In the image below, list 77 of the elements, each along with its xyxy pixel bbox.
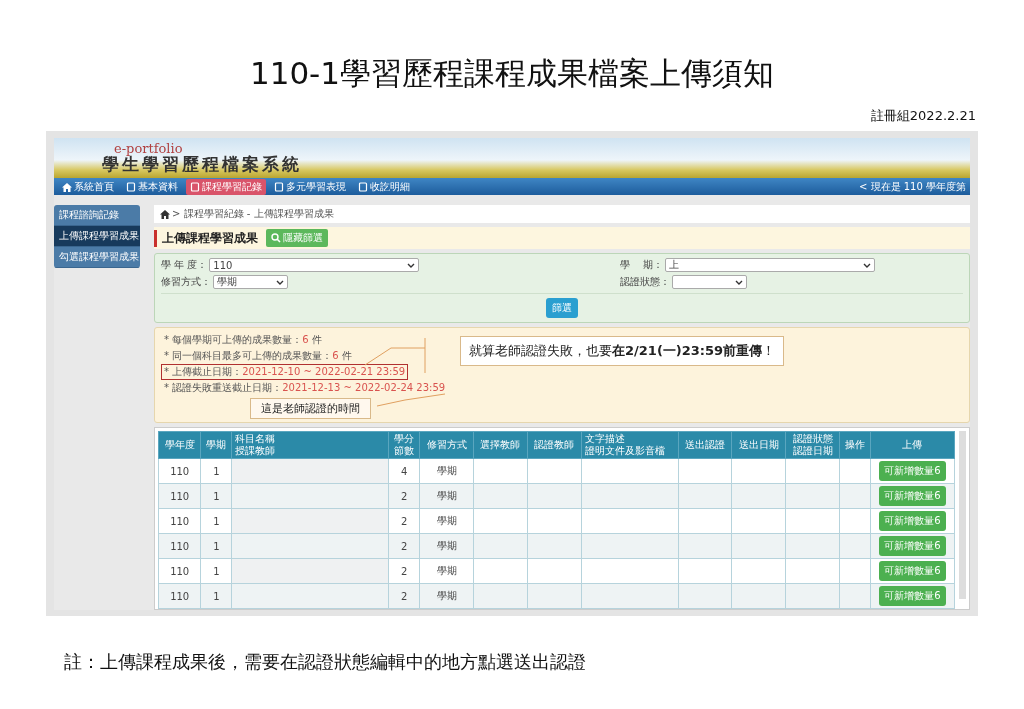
nav-tab[interactable]: 收訖明細 (354, 178, 414, 195)
nav-tab[interactable]: 基本資料 (122, 178, 182, 195)
upload-button[interactable]: 可新增數量6 (879, 536, 946, 556)
table-cell: 1 (200, 558, 232, 584)
column-header: 送出日期 (731, 431, 786, 459)
page-icon (358, 181, 368, 192)
table-cell: 110 (158, 558, 201, 584)
logo-title: 學生學習歷程檔案系統 (102, 155, 303, 174)
table-cell: 110 (158, 583, 201, 609)
note-line: * 每個學期可上傳的成果數量：6 件 (163, 333, 323, 347)
search-icon (271, 233, 281, 243)
table-cell: 1 (200, 458, 232, 484)
column-header: 操作 (839, 431, 871, 459)
chevron-down-icon (407, 261, 416, 269)
column-header: 修習方式 (419, 431, 474, 459)
dropdown-field[interactable] (672, 275, 747, 289)
page-icon (274, 181, 284, 192)
chevron-down-icon (863, 261, 872, 269)
breadcrumb: > 課程學習紀錄 - 上傳課程學習成果 (172, 207, 334, 221)
filter-label: 學 年 度： (161, 258, 208, 272)
column-header: 文字描述 證明文件及影音檔 (581, 431, 679, 459)
dropdown-field[interactable]: 110 (209, 258, 420, 272)
table-cell: 2 (388, 508, 420, 534)
home-icon (160, 209, 170, 219)
column-header: 學年度 (158, 431, 201, 459)
home-icon (62, 181, 72, 192)
table-cell: 110 (158, 533, 201, 559)
column-header: 上傳 (870, 431, 955, 459)
dropdown-field[interactable]: 學期 (213, 275, 288, 289)
column-header: 認證教師 (527, 431, 582, 459)
table-cell: 2 (388, 558, 420, 584)
table-cell: 學期 (419, 508, 474, 534)
sidebar-item[interactable]: 上傳課程學習成果 (54, 226, 140, 247)
table-cell: 110 (158, 458, 201, 484)
logo-subtitle: e-portfolio (113, 142, 184, 155)
nav-tab[interactable]: 多元學習表現 (270, 178, 350, 195)
nav-tab[interactable]: 課程學習記錄 (186, 178, 266, 195)
upload-button[interactable]: 可新增數量6 (879, 486, 946, 506)
column-header: 選擇教師 (473, 431, 528, 459)
sidebar-item[interactable]: 勾選課程學習成果 (54, 247, 140, 268)
footnote: 註：上傳課程成果後，需要在認證狀態編輯中的地方點選送出認證 (64, 650, 587, 674)
upload-button[interactable]: 可新增數量6 (879, 461, 946, 481)
callout-note: 就算老師認證失敗，也要在2/21(一)23:59前重傳！ (460, 336, 785, 366)
note-line: * 認證失敗重送截止日期：2021-12-13 ~ 2022-02-24 23:59 (163, 381, 447, 395)
callout-note: 這是老師認證的時間 (250, 398, 371, 419)
filter-label: 學 期： (620, 258, 664, 272)
page-icon (126, 181, 136, 192)
filter-button[interactable]: 篩選 (546, 298, 578, 318)
nav-tab[interactable]: 系統首頁 (58, 178, 118, 195)
column-header: 科目名稱 授課教師 (231, 431, 389, 459)
note-line: * 同一個科目最多可上傳的成果數量：6 件 (163, 349, 353, 363)
dropdown-field[interactable]: 上 (665, 258, 876, 272)
page-heading: 上傳課程學習成果 (154, 229, 258, 247)
chevron-down-icon (276, 278, 284, 286)
slide-title: 110-1學習歷程課程成果檔案上傳須知 (248, 54, 776, 93)
upload-button[interactable]: 可新增數量6 (879, 511, 946, 531)
toggle-filter-button[interactable]: 隱藏篩選 (266, 229, 328, 247)
filter-label: 認證狀態： (620, 275, 670, 289)
column-header: 學分 節數 (388, 431, 420, 459)
table-cell: 110 (158, 483, 201, 509)
column-header: 學期 (200, 431, 232, 459)
sidebar-item[interactable]: 課程諮詢記錄 (54, 205, 140, 226)
column-header: 送出認證 (678, 431, 732, 459)
term-status: < 現在是 110 學年度第 (859, 179, 966, 194)
filter-label: 修習方式： (161, 275, 211, 289)
table-cell: 4 (388, 458, 420, 484)
page-icon (190, 181, 200, 192)
table-cell: 學期 (419, 458, 474, 484)
scrollbar[interactable] (959, 431, 966, 599)
author-date: 註冊組2022.2.21 (869, 107, 977, 125)
table-cell: 110 (158, 508, 201, 534)
upload-button[interactable]: 可新增數量6 (879, 586, 946, 606)
table-cell: 1 (200, 508, 232, 534)
upload-button[interactable]: 可新增數量6 (879, 561, 946, 581)
chevron-down-icon (735, 278, 743, 286)
column-header: 認證狀態 認證日期 (785, 431, 840, 459)
table-cell: 學期 (419, 558, 474, 584)
